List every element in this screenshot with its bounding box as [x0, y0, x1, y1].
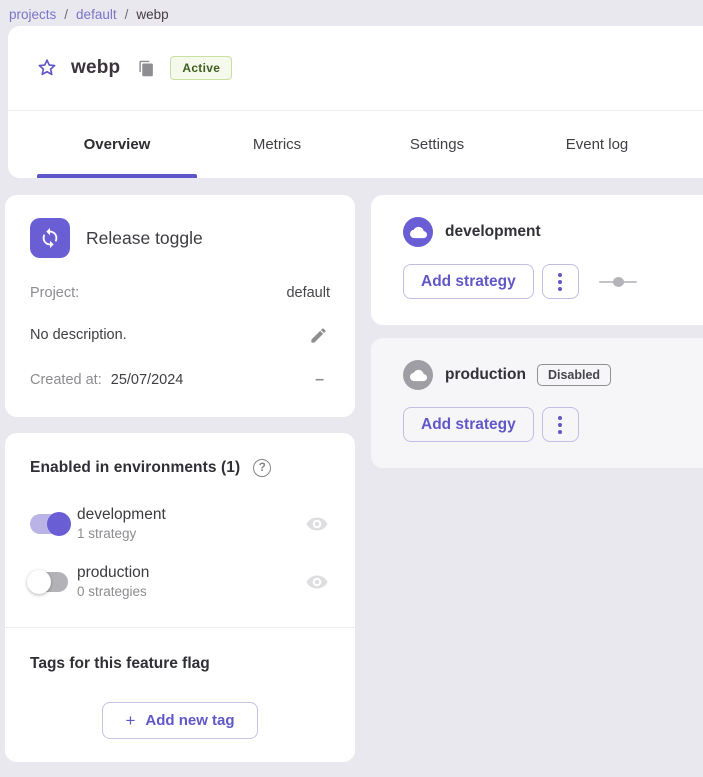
breadcrumb-projects[interactable]: projects: [9, 7, 56, 22]
tab-label: Overview: [84, 136, 151, 153]
tags-heading: Tags for this feature flag: [30, 655, 330, 673]
main-content: Release toggle Project: default No descr…: [5, 195, 703, 762]
toggle-thumb: [27, 570, 51, 594]
more-options-kebab-icon[interactable]: [542, 264, 579, 299]
add-new-tag-label: Add new tag: [145, 712, 234, 729]
add-strategy-button[interactable]: Add strategy: [403, 264, 534, 299]
env-toggle-text: development 1 strategy: [77, 506, 166, 541]
environment-panel-production: production Disabled Add strategy: [371, 338, 703, 468]
plus-icon: +: [125, 711, 135, 731]
description-text: No description.: [30, 327, 127, 343]
panel-title-row: production Disabled: [403, 360, 685, 390]
env-toggle-row-development: development 1 strategy: [30, 506, 330, 541]
breadcrumb-default[interactable]: default: [76, 7, 117, 22]
add-strategy-button[interactable]: Add strategy: [403, 407, 534, 442]
env-toggle-row-production: production 0 strategies: [30, 564, 330, 599]
panel-title-row: development: [403, 217, 685, 247]
more-options-kebab-icon[interactable]: [542, 407, 579, 442]
breadcrumb-separator: /: [125, 7, 129, 22]
environment-name: development: [445, 223, 541, 241]
tab-event-log[interactable]: Event log: [517, 111, 677, 178]
minus-icon: –: [315, 371, 330, 389]
tab-label: Metrics: [253, 136, 301, 153]
env-toggle-text: production 0 strategies: [77, 564, 149, 599]
toggle-switch-development[interactable]: [30, 514, 68, 534]
project-label: Project:: [30, 285, 79, 301]
active-tab-indicator: [37, 174, 197, 178]
right-column: development Add strategy production Disa…: [371, 195, 703, 468]
status-badge: Active: [170, 56, 232, 80]
left-column: Release toggle Project: default No descr…: [5, 195, 355, 762]
cloud-icon: [403, 217, 433, 247]
tab-label: Settings: [410, 136, 464, 153]
created-at-label: Created at:: [30, 372, 102, 388]
created-at-row: Created at: 25/07/2024 –: [30, 371, 330, 389]
disabled-badge: Disabled: [537, 364, 611, 386]
env-name: production: [77, 564, 149, 582]
project-value: default: [286, 285, 330, 301]
feature-header-card: webp Active Overview Metrics Settings Ev…: [8, 26, 703, 178]
tab-label: Event log: [566, 136, 629, 153]
title-row: webp Active: [8, 26, 703, 110]
toggle-thumb: [47, 512, 71, 536]
breadcrumb: projects / default / webp: [0, 0, 703, 26]
created-at: Created at: 25/07/2024: [30, 372, 183, 388]
environment-panel-development: development Add strategy: [371, 195, 703, 325]
environments-card: Enabled in environments (1) ? developmen…: [5, 433, 355, 762]
tab-overview[interactable]: Overview: [37, 111, 197, 178]
breadcrumb-current: webp: [136, 7, 168, 22]
help-icon[interactable]: ?: [253, 459, 271, 477]
breadcrumb-separator: /: [64, 7, 68, 22]
flag-details-card: Release toggle Project: default No descr…: [5, 195, 355, 417]
edit-description-pencil-icon[interactable]: [306, 323, 330, 347]
environment-name: production: [445, 366, 526, 384]
copy-icon[interactable]: [137, 59, 155, 77]
tab-bar: Overview Metrics Settings Event log: [8, 110, 703, 178]
favorite-star-icon[interactable]: [36, 57, 58, 79]
eye-icon[interactable]: [304, 511, 330, 537]
toggle-switch-production[interactable]: [30, 572, 68, 592]
created-at-value: 25/07/2024: [111, 372, 184, 388]
tab-metrics[interactable]: Metrics: [197, 111, 357, 178]
flag-type-label: Release toggle: [86, 228, 203, 249]
environments-heading-row: Enabled in environments (1) ?: [30, 459, 330, 477]
description-row: No description.: [30, 323, 330, 347]
project-row: Project: default: [30, 285, 330, 301]
panel-buttons-row: Add strategy: [403, 264, 685, 299]
panel-buttons-row: Add strategy: [403, 407, 685, 442]
add-new-tag-button[interactable]: + Add new tag: [102, 702, 258, 739]
env-strategy-count: 1 strategy: [77, 526, 166, 541]
cloud-icon: [403, 360, 433, 390]
env-name: development: [77, 506, 166, 524]
tab-settings[interactable]: Settings: [357, 111, 517, 178]
environments-heading: Enabled in environments (1): [30, 459, 240, 477]
card-divider: [5, 627, 355, 628]
flag-type-row: Release toggle: [30, 218, 330, 258]
strategy-connector-icon: [599, 277, 637, 287]
release-toggle-icon: [30, 218, 70, 258]
page-title: webp: [71, 57, 120, 79]
env-strategy-count: 0 strategies: [77, 584, 149, 599]
eye-icon[interactable]: [304, 569, 330, 595]
